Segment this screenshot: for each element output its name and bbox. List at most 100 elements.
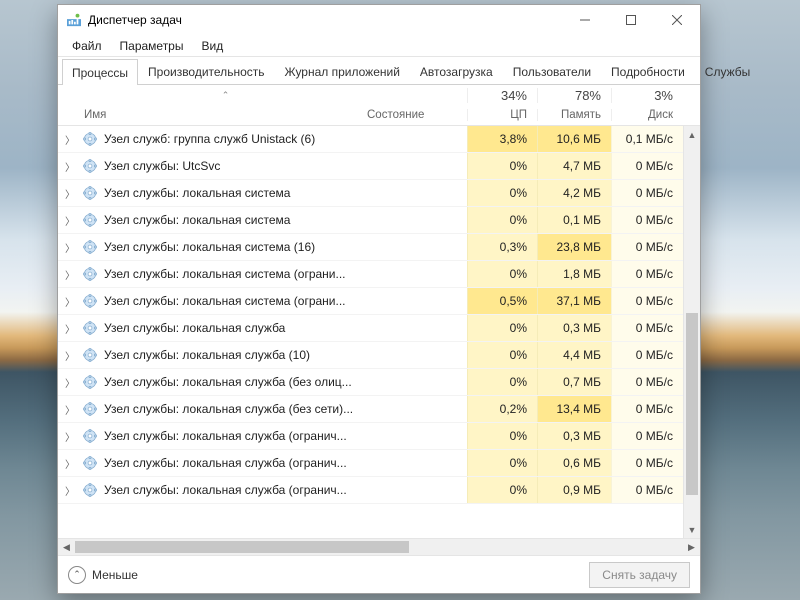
menu-file[interactable]: Файл xyxy=(64,37,110,55)
expand-icon[interactable]: 〉 xyxy=(58,402,82,417)
horizontal-scrollbar[interactable]: ◀ ▶ xyxy=(58,538,700,555)
memory-cell: 4,4 МБ xyxy=(537,342,611,368)
vertical-scrollbar[interactable]: ▲ ▼ xyxy=(683,126,700,538)
memory-cell: 23,8 МБ xyxy=(537,234,611,260)
table-row[interactable]: 〉Узел службы: локальная служба (10)0%4,4… xyxy=(58,342,700,369)
header-cpu-percent[interactable]: 34% xyxy=(467,88,537,103)
tab-app-history[interactable]: Журнал приложений xyxy=(275,58,410,84)
disk-cell: 0,1 МБ/с xyxy=(611,126,683,152)
expand-icon[interactable]: 〉 xyxy=(58,375,82,390)
chevron-up-icon: ⌃ xyxy=(68,566,86,584)
maximize-button[interactable] xyxy=(608,5,654,35)
header-state[interactable]: Состояние xyxy=(367,109,467,121)
gear-icon xyxy=(82,320,98,336)
expand-icon[interactable]: 〉 xyxy=(58,294,82,309)
disk-cell: 0 МБ/с xyxy=(611,288,683,314)
process-name: Узел службы: локальная служба xyxy=(104,321,285,335)
table-row[interactable]: 〉 Узел службы: локальная система (ограни.… xyxy=(58,261,700,288)
gear-icon xyxy=(82,239,98,255)
expand-icon[interactable]: 〉 xyxy=(58,348,82,363)
table-row[interactable]: 〉Узел службы: локальная служба (огранич.… xyxy=(58,450,700,477)
disk-cell: 0 МБ/с xyxy=(611,153,683,179)
tab-users[interactable]: Пользователи xyxy=(503,58,601,84)
header-memory[interactable]: Память xyxy=(537,109,611,121)
expand-icon[interactable]: 〉 xyxy=(58,483,82,498)
memory-cell: 0,3 МБ xyxy=(537,423,611,449)
scroll-left-icon[interactable]: ◀ xyxy=(58,539,75,555)
expand-icon[interactable]: 〉 xyxy=(58,240,82,255)
disk-cell: 0 МБ/с xyxy=(611,180,683,206)
close-button[interactable] xyxy=(654,5,700,35)
header-disk[interactable]: Диск xyxy=(611,109,683,121)
end-task-button[interactable]: Снять задачу xyxy=(589,562,690,588)
header-name[interactable]: Имя xyxy=(82,109,367,121)
scroll-up-icon[interactable]: ▲ xyxy=(684,126,700,143)
table-row[interactable]: 〉Узел службы: локальная служба (без сети… xyxy=(58,396,700,423)
gear-icon xyxy=(82,185,98,201)
process-name: Узел службы: локальная служба (огранич..… xyxy=(104,483,347,497)
disk-cell: 0 МБ/с xyxy=(611,315,683,341)
expand-icon[interactable]: 〉 xyxy=(58,456,82,471)
gear-icon xyxy=(82,374,98,390)
cpu-cell: 0,3% xyxy=(467,234,537,260)
disk-cell: 0 МБ/с xyxy=(611,450,683,476)
scroll-thumb[interactable] xyxy=(686,313,698,494)
tab-processes[interactable]: Процессы xyxy=(62,59,138,85)
header-cpu[interactable]: ЦП xyxy=(467,109,537,121)
disk-cell: 0 МБ/с xyxy=(611,342,683,368)
cpu-cell: 3,8% xyxy=(467,126,537,152)
table-row[interactable]: 〉Узел службы: локальная система0%0,1 МБ0… xyxy=(58,207,700,234)
tab-services[interactable]: Службы xyxy=(695,58,760,84)
memory-cell: 0,7 МБ xyxy=(537,369,611,395)
scroll-thumb-h[interactable] xyxy=(75,541,409,553)
expand-icon[interactable]: 〉 xyxy=(58,429,82,444)
table-row[interactable]: 〉Узел служб: группа служб Unistack (6)3,… xyxy=(58,126,700,153)
expand-icon[interactable]: 〉 xyxy=(58,321,82,336)
table-row[interactable]: 〉Узел службы: локальная система0%4,2 МБ0… xyxy=(58,180,700,207)
expand-icon[interactable]: 〉 xyxy=(58,186,82,201)
minimize-button[interactable] xyxy=(562,5,608,35)
table-row[interactable]: 〉Узел службы: локальная система (ограни.… xyxy=(58,288,700,315)
table-row[interactable]: 〉 Узел службы: локальная служба (огранич.… xyxy=(58,477,700,504)
memory-cell: 13,4 МБ xyxy=(537,396,611,422)
header-memory-percent[interactable]: 78% xyxy=(537,88,611,103)
expand-icon[interactable]: 〉 xyxy=(58,132,82,147)
table-row[interactable]: 〉Узел службы: локальная служба0%0,3 МБ0 … xyxy=(58,315,700,342)
memory-cell: 0,1 МБ xyxy=(537,207,611,233)
expand-icon[interactable]: 〉 xyxy=(58,159,82,174)
disk-cell: 0 МБ/с xyxy=(611,261,683,287)
disk-cell: 0 МБ/с xyxy=(611,396,683,422)
gear-icon xyxy=(82,347,98,363)
cpu-cell: 0% xyxy=(467,477,537,503)
process-name: Узел службы: локальная система (16) xyxy=(104,240,315,254)
fewer-details-toggle[interactable]: ⌃ Меньше xyxy=(68,566,138,584)
disk-cell: 0 МБ/с xyxy=(611,207,683,233)
gear-icon xyxy=(82,131,98,147)
expand-icon[interactable]: 〉 xyxy=(58,213,82,228)
titlebar[interactable]: Диспетчер задач xyxy=(58,5,700,35)
menubar: Файл Параметры Вид xyxy=(58,35,700,57)
process-name: Узел службы: локальная система (ограни..… xyxy=(104,267,346,281)
menu-view[interactable]: Вид xyxy=(193,37,231,55)
tab-startup[interactable]: Автозагрузка xyxy=(410,58,503,84)
table-row[interactable]: 〉 Узел службы: локальная система (16) 0,3%… xyxy=(58,234,700,261)
table-row[interactable]: 〉Узел службы: локальная служба (без олиц… xyxy=(58,369,700,396)
process-name: Узел службы: локальная система xyxy=(104,186,290,200)
table-row[interactable]: 〉Узел службы: локальная служба (огранич.… xyxy=(58,423,700,450)
gear-icon xyxy=(82,482,98,498)
menu-options[interactable]: Параметры xyxy=(112,37,192,55)
memory-cell: 0,9 МБ xyxy=(537,477,611,503)
gear-icon xyxy=(82,158,98,174)
header-disk-percent[interactable]: 3% xyxy=(611,88,683,103)
tab-details[interactable]: Подробности xyxy=(601,58,695,84)
gear-icon xyxy=(82,266,98,282)
scroll-right-icon[interactable]: ▶ xyxy=(683,539,700,555)
expand-icon[interactable]: 〉 xyxy=(58,267,82,282)
cpu-cell: 0% xyxy=(467,342,537,368)
task-manager-window: Диспетчер задач Файл Параметры Вид Проце… xyxy=(57,4,701,594)
scroll-down-icon[interactable]: ▼ xyxy=(684,521,700,538)
table-row[interactable]: 〉Узел службы: UtcSvc0%4,7 МБ0 МБ/с xyxy=(58,153,700,180)
cpu-cell: 0% xyxy=(467,450,537,476)
tab-performance[interactable]: Производительность xyxy=(138,58,274,84)
cpu-cell: 0% xyxy=(467,153,537,179)
